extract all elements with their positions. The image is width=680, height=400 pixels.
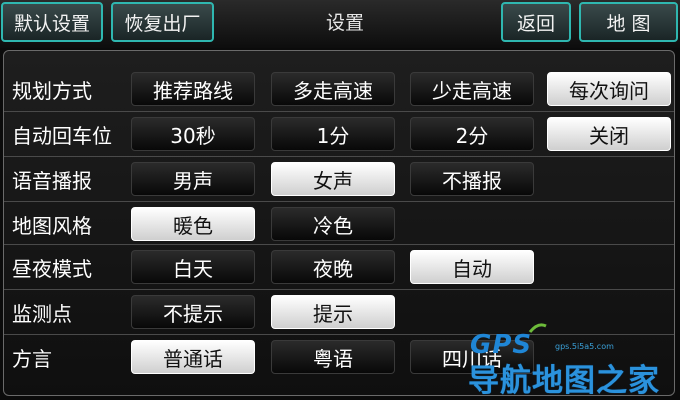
- setting-label: 昼夜模式: [12, 257, 92, 281]
- option-night[interactable]: 夜晚: [271, 250, 395, 284]
- map-button[interactable]: 地 图: [579, 2, 678, 42]
- top-bar: 默认设置 恢复出厂 设置 返回 地 图: [0, 0, 680, 48]
- setting-row-monitoring: 监测点 不提示 提示: [4, 288, 674, 334]
- back-button[interactable]: 返回: [501, 2, 571, 42]
- page-title: 设置: [325, 12, 364, 34]
- option-recommended-route[interactable]: 推荐路线: [131, 72, 255, 106]
- setting-row-day-night: 昼夜模式 白天 夜晚 自动: [4, 243, 674, 289]
- setting-label: 监测点: [12, 302, 72, 326]
- option-30-seconds[interactable]: 30秒: [131, 117, 255, 151]
- option-female-voice[interactable]: 女声: [271, 162, 395, 196]
- factory-default-button[interactable]: 默认设置: [1, 2, 103, 42]
- setting-label: 自动回车位: [12, 124, 112, 148]
- option-1-minute[interactable]: 1分: [271, 117, 395, 151]
- option-prompt[interactable]: 提示: [271, 295, 395, 329]
- option-male-voice[interactable]: 男声: [131, 162, 255, 196]
- watermark-text: 导航地图之家: [468, 363, 660, 399]
- option-mandarin[interactable]: 普通话: [131, 340, 255, 374]
- option-no-prompt[interactable]: 不提示: [131, 295, 255, 329]
- setting-row-map-style: 地图风格 暖色 冷色: [4, 200, 674, 246]
- option-cool-color[interactable]: 冷色: [271, 207, 395, 241]
- setting-label: 地图风格: [12, 214, 92, 238]
- option-auto[interactable]: 自动: [410, 250, 534, 284]
- option-day[interactable]: 白天: [131, 250, 255, 284]
- option-warm-color[interactable]: 暖色: [131, 207, 255, 241]
- setting-label: 方言: [12, 347, 52, 371]
- setting-row-auto-return: 自动回车位 30秒 1分 2分 关闭: [4, 110, 674, 156]
- setting-label: 语音播报: [12, 169, 92, 193]
- setting-row-voice: 语音播报 男声 女声 不播报: [4, 155, 674, 201]
- option-less-highway[interactable]: 少走高速: [410, 72, 534, 106]
- option-ask-each-time[interactable]: 每次询问: [547, 72, 671, 106]
- option-2-minutes[interactable]: 2分: [410, 117, 534, 151]
- option-off[interactable]: 关闭: [547, 117, 671, 151]
- option-more-highway[interactable]: 多走高速: [271, 72, 395, 106]
- option-cantonese[interactable]: 粤语: [271, 340, 395, 374]
- option-no-broadcast[interactable]: 不播报: [410, 162, 534, 196]
- restore-factory-button[interactable]: 恢复出厂: [111, 2, 214, 42]
- setting-row-route-mode: 规划方式 推荐路线 多走高速 少走高速 每次询问: [4, 65, 674, 111]
- watermark-url: gps.5i5a5.com: [555, 342, 614, 351]
- setting-label: 规划方式: [12, 79, 92, 103]
